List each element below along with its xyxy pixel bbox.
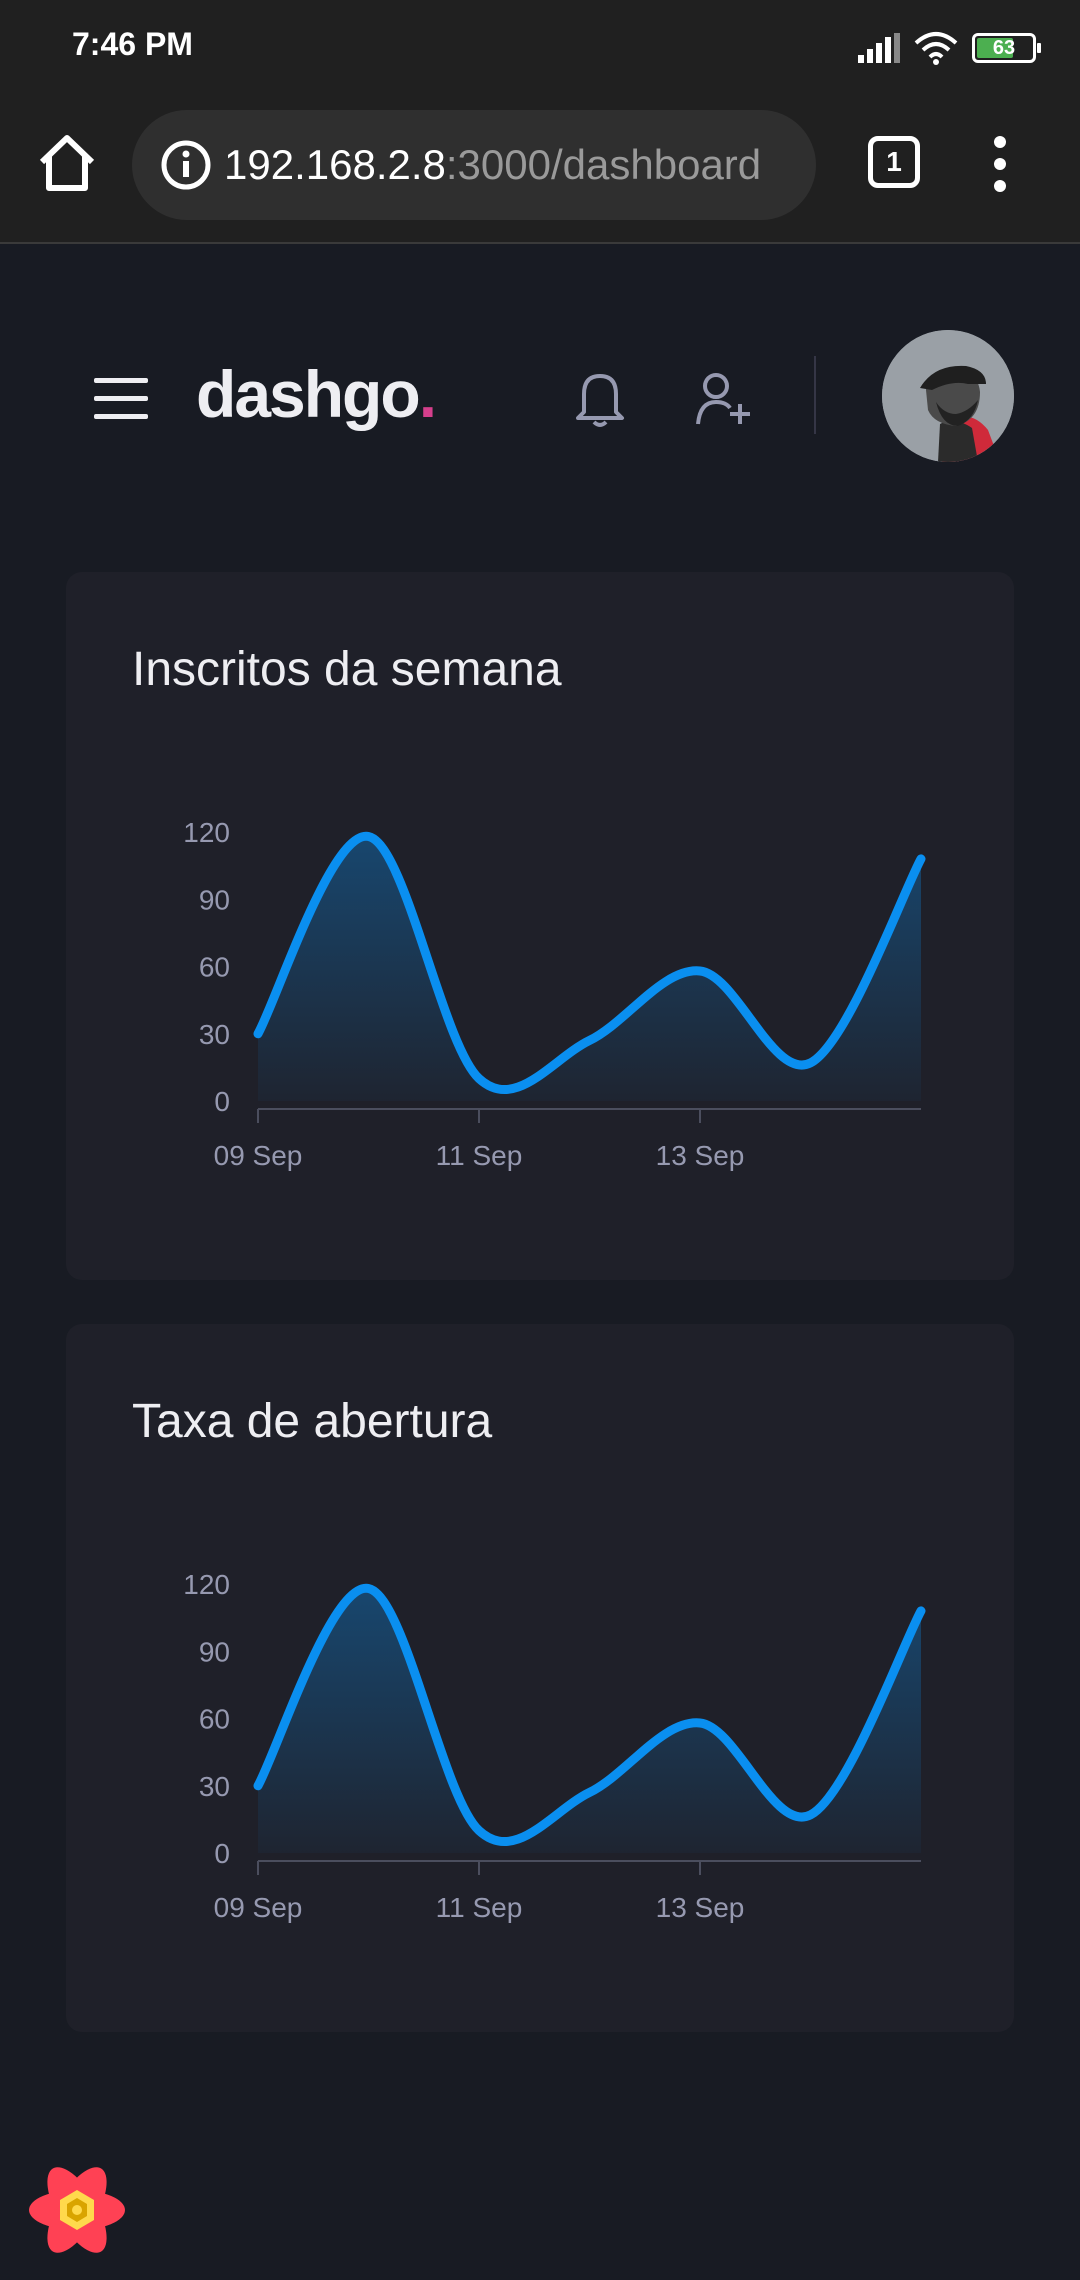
- url-text: 192.168.2.8:3000/dashboard: [224, 141, 761, 189]
- subscribers-chart: 0 30 60 90 120 09 Sep 11 Sep 13 Sep: [183, 817, 926, 1171]
- y-tick-label: 90: [199, 884, 230, 915]
- y-tick-label: 60: [199, 952, 230, 983]
- area-fill: [258, 1588, 921, 1853]
- address-bar[interactable]: 192.168.2.8:3000/dashboard: [132, 110, 816, 220]
- logo-text: dashgo: [196, 357, 421, 431]
- y-tick-label: 0: [214, 1838, 230, 1869]
- browser-toolbar: 192.168.2.8:3000/dashboard 1: [0, 96, 1080, 244]
- tab-count: 1: [886, 146, 902, 177]
- wifi-icon: [914, 32, 958, 65]
- header-divider: [814, 356, 816, 434]
- x-tick-label: 13 Sep: [656, 1140, 745, 1171]
- subscribers-chart-card: Inscritos da semana 0 30 60 90 120 09 Sep 11 S…: [66, 572, 1014, 1280]
- tab-switcher-button[interactable]: 1: [868, 136, 920, 188]
- y-tick-label: 0: [214, 1086, 230, 1117]
- x-tick-label: 11 Sep: [436, 1892, 523, 1923]
- info-icon[interactable]: [160, 139, 212, 191]
- url-host: 192.168.2.8: [224, 141, 446, 188]
- x-tick-label: 09 Sep: [214, 1892, 303, 1923]
- menu-icon[interactable]: [94, 376, 148, 422]
- x-tick-label: 11 Sep: [436, 1140, 523, 1171]
- logo-dot: .: [418, 357, 437, 431]
- avatar-illustration: [882, 330, 1014, 462]
- open-rate-chart: 0 30 60 90 120 09 Sep 11 Sep 13 Sep: [183, 1569, 926, 1923]
- battery-level: 63: [992, 37, 1016, 59]
- status-time: 7:46 PM: [72, 26, 193, 62]
- y-tick-label: 30: [199, 1019, 230, 1050]
- home-icon[interactable]: [36, 132, 98, 194]
- y-tick-label: 120: [183, 1569, 230, 1600]
- status-icons: 63: [858, 28, 1041, 68]
- app-header: dashgo.: [0, 300, 1080, 480]
- y-tick-label: 90: [199, 1636, 230, 1667]
- open-rate-chart-card: Taxa de abertura 0 30 60 90 120 09 Sep 11 Sep 1…: [66, 1324, 1014, 2032]
- y-tick-label: 30: [199, 1771, 230, 1802]
- notifications-bell-icon[interactable]: [572, 368, 628, 428]
- y-tick-label: 60: [199, 1704, 230, 1735]
- app-logo[interactable]: dashgo.: [196, 356, 437, 432]
- x-tick-label: 13 Sep: [656, 1892, 745, 1923]
- signal-icon: [858, 33, 900, 63]
- x-tick-label: 09 Sep: [214, 1140, 303, 1171]
- add-user-icon[interactable]: [694, 368, 754, 428]
- area-fill: [258, 836, 921, 1101]
- react-query-devtools-icon[interactable]: [24, 2160, 130, 2260]
- user-avatar[interactable]: [882, 330, 1014, 462]
- y-tick-label: 120: [183, 817, 230, 848]
- status-bar: 7:46 PM 63: [0, 0, 1080, 96]
- more-options-icon[interactable]: [990, 136, 1010, 192]
- url-path: :3000/dashboard: [445, 141, 762, 188]
- battery-icon: 63: [972, 33, 1041, 63]
